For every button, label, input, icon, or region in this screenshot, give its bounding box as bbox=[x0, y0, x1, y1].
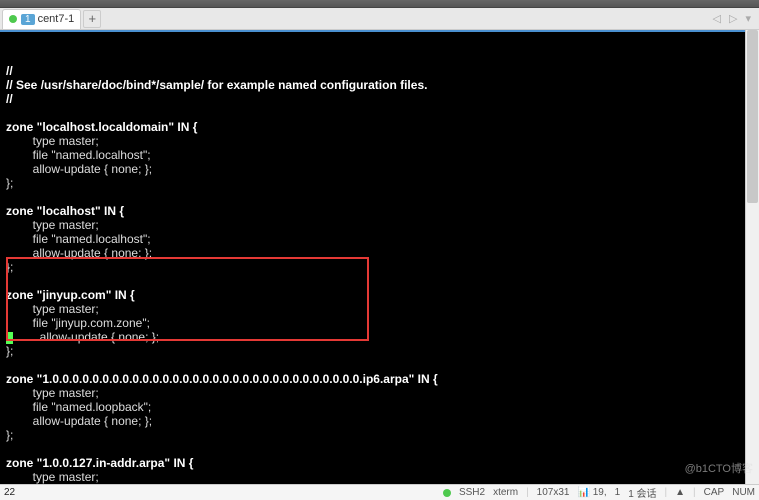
status-term: xterm bbox=[493, 487, 518, 498]
status-sessions: 1 会话 bbox=[628, 485, 656, 500]
status-num: NUM bbox=[732, 487, 755, 498]
status-ssh: SSH2 bbox=[459, 487, 485, 498]
terminal-line: type master; bbox=[6, 134, 753, 148]
terminal-line: zone "1.0.0.0.0.0.0.0.0.0.0.0.0.0.0.0.0.… bbox=[6, 372, 753, 386]
terminal-line: allow-update { none; }; bbox=[6, 246, 753, 260]
terminal-line: allow-update { none; }; bbox=[6, 162, 753, 176]
terminal-line: }; bbox=[6, 428, 753, 442]
terminal-line bbox=[6, 106, 753, 120]
terminal-line: file "named.loopback"; bbox=[6, 400, 753, 414]
window-titlebar bbox=[0, 0, 759, 8]
terminal-line bbox=[6, 358, 753, 372]
terminal-view[interactable]: //// See /usr/share/doc/bind*/sample/ fo… bbox=[0, 30, 759, 484]
terminal-line bbox=[6, 190, 753, 204]
terminal-line: type master; bbox=[6, 302, 753, 316]
terminal-line: type master; bbox=[6, 470, 753, 484]
vertical-scrollbar[interactable] bbox=[745, 30, 759, 484]
tab-next-icon[interactable]: ▷ bbox=[727, 12, 739, 25]
separator-icon: | bbox=[665, 487, 668, 498]
terminal-line: }; bbox=[6, 260, 753, 274]
terminal-line: allow-update { none; }; bbox=[6, 414, 753, 428]
terminal-line: zone "jinyup.com" IN { bbox=[6, 288, 753, 302]
tab-prev-icon[interactable]: ◁ bbox=[711, 12, 723, 25]
tab-title: cent7-1 bbox=[38, 13, 75, 25]
add-tab-button[interactable]: + bbox=[83, 10, 101, 28]
scroll-thumb[interactable] bbox=[747, 30, 758, 203]
terminal-line: file "named.localhost"; bbox=[6, 232, 753, 246]
terminal-line: file "jinyup.com.zone"; bbox=[6, 316, 753, 330]
status-left: 22 bbox=[4, 487, 15, 498]
terminal-line: // bbox=[6, 64, 753, 78]
terminal-line: zone "1.0.0.127.in-addr.arpa" IN { bbox=[6, 456, 753, 470]
terminal-line: }; bbox=[6, 344, 753, 358]
status-dot-icon bbox=[9, 15, 17, 23]
terminal-line bbox=[6, 442, 753, 456]
status-rows2: 1 bbox=[615, 487, 621, 498]
separator-icon: | bbox=[526, 487, 529, 498]
terminal-line: }; bbox=[6, 176, 753, 190]
terminal-line: allow-update { none; }; bbox=[6, 330, 753, 344]
status-bar: 22 SSH2 xterm | 107x31 📊 19, 1 1 会话 | ▲ … bbox=[0, 484, 759, 500]
terminal-line: zone "localhost.localdomain" IN { bbox=[6, 120, 753, 134]
status-rows: 📊 19, bbox=[577, 487, 606, 498]
terminal-line: file "named.localhost"; bbox=[6, 148, 753, 162]
separator-icon: | bbox=[693, 487, 696, 498]
status-size: 107x31 bbox=[537, 487, 570, 498]
status-right: SSH2 xterm | 107x31 📊 19, 1 1 会话 | ▲ | C… bbox=[443, 485, 755, 500]
terminal-line: // bbox=[6, 92, 753, 106]
tab-bar: 1 cent7-1 + ◁ ▷ ▾ bbox=[0, 8, 759, 30]
session-tab[interactable]: 1 cent7-1 bbox=[2, 9, 81, 29]
terminal-line: // See /usr/share/doc/bind*/sample/ for … bbox=[6, 78, 753, 92]
status-cap: CAP bbox=[704, 487, 725, 498]
tab-number: 1 bbox=[21, 14, 35, 25]
connection-dot-icon bbox=[443, 489, 451, 497]
terminal-line: type master; bbox=[6, 386, 753, 400]
status-chevron-icon[interactable]: ▲ bbox=[675, 487, 685, 498]
tab-nav: ◁ ▷ ▾ bbox=[711, 12, 757, 25]
terminal-line: type master; bbox=[6, 218, 753, 232]
tab-menu-icon[interactable]: ▾ bbox=[743, 12, 753, 25]
terminal-line bbox=[6, 274, 753, 288]
terminal-line: zone "localhost" IN { bbox=[6, 204, 753, 218]
